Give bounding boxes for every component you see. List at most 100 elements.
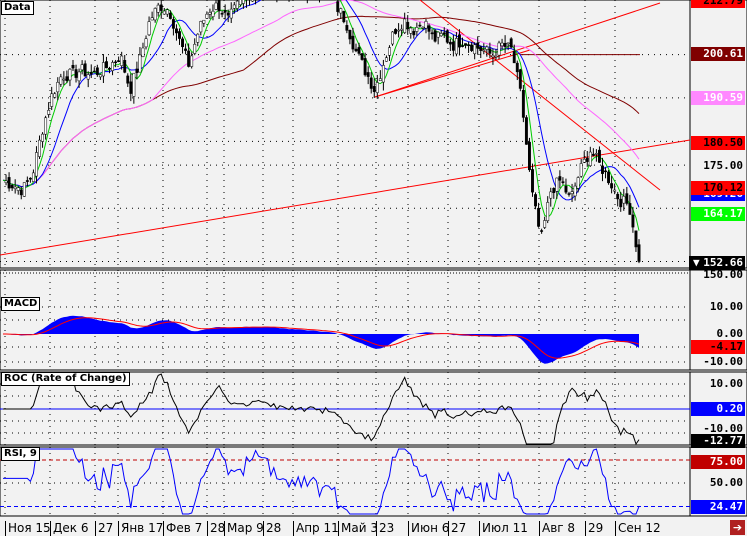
rsi-label-75: 75.00: [691, 455, 745, 469]
price-label-sma-long: 200.61: [691, 47, 745, 61]
candle-body: [412, 31, 416, 36]
candle-body: [77, 71, 81, 82]
candle-body: [199, 21, 203, 33]
candle-body: [594, 153, 598, 155]
candle-body: [38, 139, 41, 157]
price-panel-title: Data: [1, 1, 34, 15]
candle-body: [494, 55, 498, 58]
candle-body: [193, 44, 197, 54]
candle-body: [168, 12, 172, 19]
candle-body: [135, 68, 139, 73]
candle-body: [497, 42, 501, 56]
candle-body: [424, 21, 428, 29]
candle-body: [360, 53, 364, 60]
candle-body: [406, 21, 410, 30]
candle-body: [637, 244, 641, 262]
candle-body: [537, 207, 541, 227]
candle-body: [625, 193, 629, 204]
candle-body: [491, 55, 495, 58]
macd-tick-10: 10.00: [709, 300, 743, 313]
candle-body: [531, 169, 534, 193]
candle-body: [391, 31, 394, 45]
scroll-right-button[interactable]: ➔: [730, 520, 745, 535]
trendline: [374, 49, 531, 98]
candle-body: [19, 189, 23, 196]
candle-body: [339, 8, 343, 14]
candle-body: [83, 63, 87, 77]
x-tick-label: 23: [376, 521, 394, 536]
candle-body: [543, 220, 547, 228]
candle-body: [178, 31, 181, 39]
candle-body: [588, 151, 592, 166]
candle-body: [357, 47, 361, 54]
candle-body: [56, 82, 60, 93]
macd-tick-0: 0.00: [716, 327, 744, 340]
trendline: [419, 0, 661, 191]
candle-body: [564, 185, 568, 193]
chart-canvas: [0, 0, 747, 517]
candle-body: [464, 43, 467, 46]
candle-body: [98, 74, 102, 78]
candle-body: [123, 60, 127, 73]
candle-body: [619, 198, 623, 208]
candle-body: [394, 29, 398, 34]
x-tick-label: Июн 6: [408, 521, 449, 536]
candle-body: [418, 24, 422, 27]
candle-body: [369, 77, 373, 89]
candle-body: [555, 177, 559, 192]
candle-body: [147, 21, 151, 36]
candle-body: [561, 181, 565, 183]
price-label-top: 212.79: [691, 0, 745, 8]
candle-body: [165, 9, 169, 15]
candle-body: [479, 46, 483, 51]
candle-body: [366, 72, 370, 77]
candle-body: [22, 182, 26, 197]
candle-body: [181, 38, 184, 48]
candle-body: [488, 48, 492, 54]
candle-body: [384, 57, 388, 62]
panel-frame: [0, 446, 691, 517]
candle-body: [187, 50, 191, 67]
candle-body: [89, 72, 93, 75]
candle-body: [13, 186, 17, 189]
candle-body: [25, 180, 29, 182]
candle-body: [576, 177, 580, 189]
candle-body: [348, 30, 352, 40]
candle-body: [500, 42, 504, 47]
candle-body: [108, 67, 111, 70]
candle-body: [342, 11, 346, 23]
candle-body: [421, 27, 425, 29]
candle-body: [62, 78, 66, 81]
candle-body: [518, 69, 522, 89]
candle-body: [512, 51, 516, 64]
candle-body: [415, 27, 419, 32]
candle-body: [378, 78, 382, 81]
candle-body: [336, 1, 340, 12]
candle-body: [461, 45, 464, 47]
candle-body: [375, 82, 379, 93]
candle-body: [220, 13, 224, 15]
candle-body: [232, 4, 236, 9]
candle-body: [10, 185, 14, 189]
sma-mid-line: [2, 0, 640, 188]
candle-body: [616, 193, 620, 200]
trendline: [374, 2, 661, 98]
x-tick-label: Авг 8: [539, 521, 575, 536]
candle-body: [196, 33, 200, 43]
arrow-right-icon: ➔: [732, 521, 743, 534]
candle-body: [50, 93, 54, 107]
x-tick-label: Сен 12: [615, 521, 661, 536]
candle-body: [345, 25, 349, 31]
candle-body: [214, 2, 218, 10]
candle-body: [114, 61, 118, 64]
candle-body: [101, 62, 105, 77]
x-tick-label: Дек 6: [50, 521, 88, 536]
candle-body: [35, 152, 38, 177]
candle-body: [515, 62, 519, 73]
candle-body: [53, 93, 57, 98]
candle-body: [80, 64, 84, 71]
candle-body: [372, 86, 376, 92]
price-tick-150: 150.00: [703, 268, 743, 281]
candle-body: [388, 47, 391, 56]
candle-body: [175, 28, 178, 34]
